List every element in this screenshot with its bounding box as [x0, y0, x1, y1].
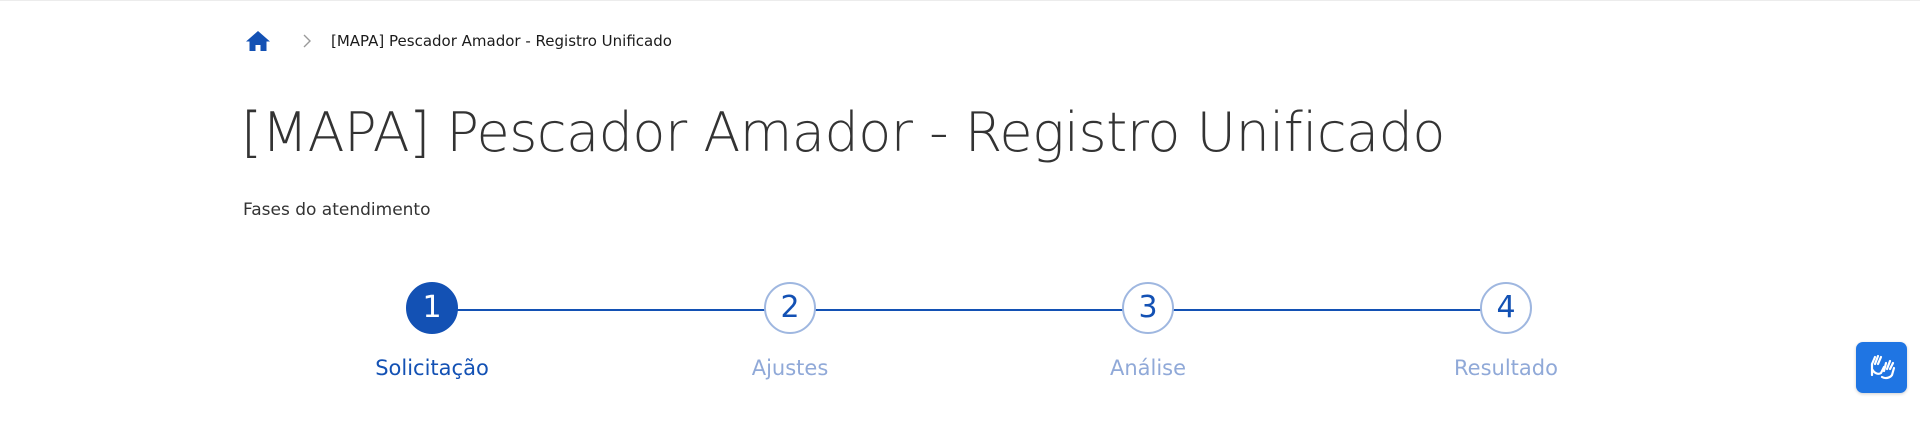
phases-label: Fases do atendimento — [243, 200, 431, 220]
step-label: Resultado — [1454, 356, 1558, 380]
step-number: 4 — [1480, 282, 1532, 334]
step-label: Ajustes — [751, 356, 829, 380]
breadcrumb-current: [MAPA] Pescador Amador - Registro Unific… — [331, 32, 672, 50]
top-divider — [0, 0, 1920, 1]
step-number: 1 — [406, 282, 458, 334]
step-solicitacao[interactable]: 1 Solicitação — [312, 282, 552, 380]
step-number: 2 — [764, 282, 816, 334]
step-ajustes[interactable]: 2 Ajustes — [670, 282, 910, 380]
step-label: Solicitação — [375, 356, 489, 380]
step-number: 3 — [1122, 282, 1174, 334]
page: [MAPA] Pescador Amador - Registro Unific… — [0, 0, 1920, 435]
step-resultado[interactable]: 4 Resultado — [1386, 282, 1626, 380]
chevron-right-icon — [292, 26, 322, 56]
step-analise[interactable]: 3 Análise — [1028, 282, 1268, 380]
breadcrumb: [MAPA] Pescador Amador - Registro Unific… — [243, 26, 672, 56]
step-label: Análise — [1109, 356, 1187, 380]
page-title: [MAPA] Pescador Amador - Registro Unific… — [241, 101, 1445, 164]
progress-stepper: 1 Solicitação 2 Ajustes 3 Análise 4 Resu… — [0, 282, 1920, 392]
stepper-track — [432, 309, 1506, 311]
hands-sign-language-icon — [1865, 349, 1899, 387]
vlibras-accessibility-button[interactable] — [1856, 342, 1907, 393]
home-icon[interactable] — [243, 26, 273, 56]
